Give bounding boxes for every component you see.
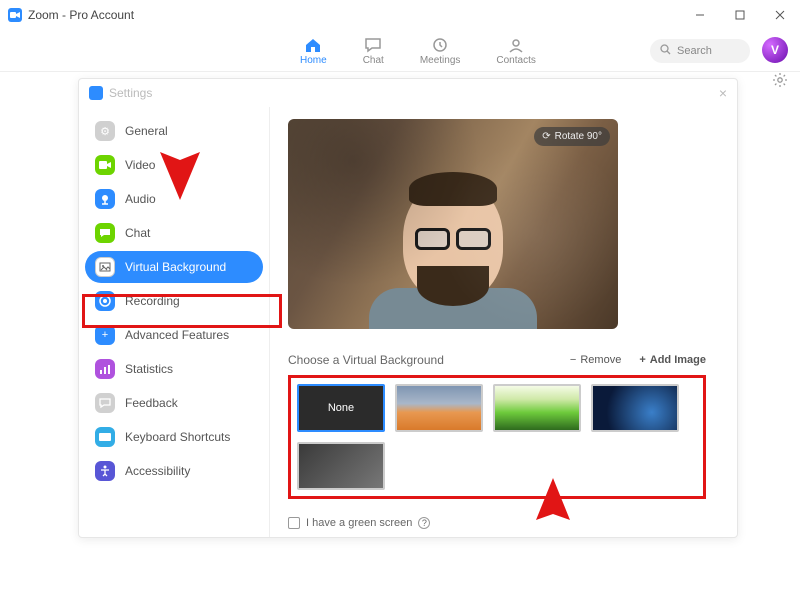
sidebar-item-statistics[interactable]: Statistics [85,353,263,385]
sidebar-item-label: Feedback [125,396,178,410]
search-placeholder: Search [677,45,712,57]
tab-label: Chat [363,55,384,66]
sidebar-item-label: Recording [125,294,180,308]
window-titlebar: Zoom - Pro Account [0,0,800,30]
sidebar-item-label: Audio [125,192,156,206]
accessibility-icon [95,461,115,481]
home-icon [304,36,322,54]
rotate-button[interactable]: ⟳ Rotate 90° [534,127,610,146]
sidebar-item-label: Keyboard Shortcuts [125,430,230,444]
window-maximize-button[interactable] [720,0,760,30]
sidebar-item-label: Statistics [125,362,173,376]
feedback-icon [95,393,115,413]
keyboard-icon [95,427,115,447]
search-icon [660,44,671,58]
camera-preview: ⟳ Rotate 90° [288,119,618,329]
section-label: Choose a Virtual Background [288,353,444,367]
sidebar-item-label: Advanced Features [125,328,229,342]
sidebar-item-chat[interactable]: Chat [85,217,263,249]
image-icon [95,257,115,277]
green-screen-checkbox[interactable] [288,517,300,529]
background-thumb-none[interactable]: None [297,384,385,432]
background-thumb[interactable] [395,384,483,432]
window-close-button[interactable] [760,0,800,30]
settings-titlebar: Settings [79,79,737,107]
tab-label: Home [300,55,327,66]
zoom-app-icon [8,8,22,22]
clock-icon [431,36,449,54]
plus-icon: + [95,325,115,345]
sidebar-item-video[interactable]: Video [85,149,263,181]
help-icon[interactable]: ? [418,517,430,529]
video-icon [95,155,115,175]
rotate-icon: ⟳ [542,131,550,142]
user-avatar[interactable]: V [762,37,788,63]
zoom-app-icon [89,86,103,100]
settings-title: Settings [109,86,152,100]
window-minimize-button[interactable] [680,0,720,30]
sidebar-item-label: General [125,124,168,138]
background-thumb[interactable] [297,442,385,490]
sidebar-item-label: Accessibility [125,464,190,478]
sidebar-item-accessibility[interactable]: Accessibility [85,455,263,487]
settings-window: Settings × ⚙ General Video Audio Chat V [78,78,738,538]
sidebar-item-label: Chat [125,226,150,240]
window-title: Zoom - Pro Account [28,8,134,22]
rotate-label: Rotate 90° [555,131,602,142]
sidebar-item-audio[interactable]: Audio [85,183,263,215]
sidebar-item-recording[interactable]: Recording [85,285,263,317]
sidebar-item-label: Virtual Background [125,260,226,274]
record-icon [95,291,115,311]
close-icon[interactable]: × [719,85,727,101]
sidebar-item-feedback[interactable]: Feedback [85,387,263,419]
annotation-highlight-thumbnails: None [288,375,706,499]
sidebar-item-virtual-background[interactable]: Virtual Background [85,251,263,283]
background-thumb[interactable] [493,384,581,432]
sidebar-item-general[interactable]: ⚙ General [85,115,263,147]
gear-icon: ⚙ [95,121,115,141]
sidebar-item-advanced[interactable]: + Advanced Features [85,319,263,351]
sidebar-item-label: Video [125,158,155,172]
tab-chat[interactable]: Chat [363,36,384,66]
remove-background-button[interactable]: − Remove [570,354,621,366]
gear-icon[interactable] [772,72,788,93]
tab-contacts[interactable]: Contacts [496,36,535,66]
search-input[interactable]: Search [650,39,750,63]
tab-home[interactable]: Home [300,36,327,66]
audio-icon [95,189,115,209]
green-screen-label: I have a green screen [306,517,412,529]
main-toolbar: Home Chat Meetings Contacts Search V [0,30,800,72]
tab-meetings[interactable]: Meetings [420,36,461,66]
tab-label: Meetings [420,55,461,66]
settings-sidebar: ⚙ General Video Audio Chat Virtual Backg… [79,107,269,537]
background-thumb[interactable] [591,384,679,432]
tab-label: Contacts [496,55,535,66]
settings-content: ⟳ Rotate 90° Choose a Virtual Background… [269,107,737,537]
contacts-icon [507,36,525,54]
chat-icon [364,36,382,54]
stats-icon [95,359,115,379]
sidebar-item-keyboard[interactable]: Keyboard Shortcuts [85,421,263,453]
chat-icon [95,223,115,243]
add-image-button[interactable]: + Add Image [639,354,706,366]
